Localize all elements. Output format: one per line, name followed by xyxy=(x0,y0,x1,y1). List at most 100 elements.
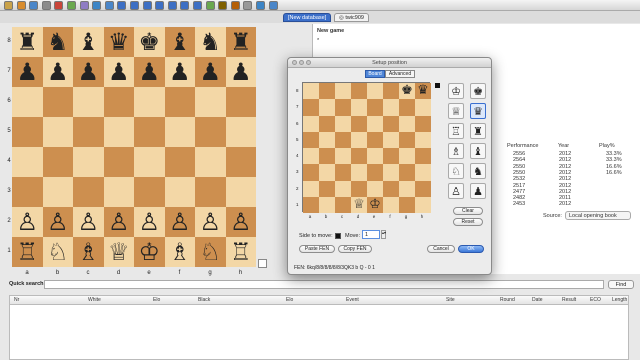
chess-piece[interactable]: ♛ xyxy=(108,27,130,57)
board-square[interactable] xyxy=(134,177,165,207)
chess-piece[interactable]: ♟ xyxy=(108,57,130,87)
board-square[interactable] xyxy=(225,87,256,117)
chess-piece[interactable]: ♙ xyxy=(230,207,252,237)
palette-piece[interactable]: ♗ xyxy=(448,143,464,159)
board-square[interactable] xyxy=(103,177,134,207)
board-square[interactable] xyxy=(195,147,226,177)
board-square[interactable]: ♗ xyxy=(73,237,104,267)
tab-advanced[interactable]: Advanced xyxy=(385,70,415,78)
paste-fen-button[interactable]: Paste FEN xyxy=(299,245,335,253)
list-column-header[interactable]: Black xyxy=(198,297,210,303)
setup-board-square[interactable] xyxy=(303,180,319,197)
board-square[interactable] xyxy=(103,117,134,147)
play-icon[interactable] xyxy=(142,1,152,10)
setup-board-square[interactable] xyxy=(415,99,431,116)
copy-fen-button[interactable]: Copy FEN xyxy=(338,245,372,253)
setup-chess-piece[interactable]: ♔ xyxy=(369,197,381,212)
board-square[interactable]: ♟ xyxy=(73,57,104,87)
clear-button[interactable]: Clear xyxy=(453,207,483,215)
chess-piece[interactable]: ♟ xyxy=(138,57,160,87)
setup-board-square[interactable] xyxy=(351,148,367,165)
board-square[interactable] xyxy=(195,177,226,207)
setup-board-square[interactable] xyxy=(399,148,415,165)
setup-board-square[interactable]: ♛ xyxy=(415,83,431,100)
setup-chess-piece[interactable]: ♕ xyxy=(353,197,365,212)
list-column-header[interactable]: Event xyxy=(346,297,359,303)
setup-chess-piece[interactable]: ♛ xyxy=(417,83,429,98)
board-square[interactable]: ♟ xyxy=(195,57,226,87)
setup-board-square[interactable] xyxy=(367,83,383,100)
chess-piece[interactable]: ♟ xyxy=(77,57,99,87)
setup-board-square[interactable] xyxy=(415,115,431,132)
tab-new-database[interactable]: [New database] xyxy=(283,13,332,22)
setup-board-square[interactable] xyxy=(415,196,431,213)
board-square[interactable] xyxy=(12,117,43,147)
chess-piece[interactable]: ♗ xyxy=(169,237,191,267)
setup-board-square[interactable] xyxy=(319,148,335,165)
board-square[interactable] xyxy=(73,87,104,117)
setup-board-square[interactable] xyxy=(399,99,415,116)
setup-board-square[interactable] xyxy=(383,131,399,148)
game-text[interactable]: * xyxy=(317,38,319,44)
chess-board[interactable]: ♜ ♞ ♝ ♛ ♚ ♝ ♞ ♜ ♟ ♟ ♟ ♟ ♟ ♟ ♟ ♟ ♙ ♙ ♙ ♙ ♙ ♙ ♙ ♙ ♖ ♘ ♗ ♕ ♔ ♗ ♘ ♖ xyxy=(12,27,256,267)
setup-board-square[interactable]: ♕ xyxy=(351,196,367,213)
list-column-header[interactable]: Result xyxy=(562,297,576,303)
chess-piece[interactable]: ♘ xyxy=(47,237,69,267)
print-icon[interactable] xyxy=(41,1,51,10)
board-square[interactable]: ♚ xyxy=(134,27,165,57)
list-column-header[interactable]: ECO xyxy=(590,297,601,303)
setup-board-square[interactable] xyxy=(351,131,367,148)
board-square[interactable]: ♙ xyxy=(103,207,134,237)
zoom-window-button[interactable] xyxy=(306,60,311,65)
setup-board-square[interactable] xyxy=(399,180,415,197)
setup-board-square[interactable] xyxy=(335,196,351,213)
setup-board-square[interactable] xyxy=(351,83,367,100)
game-list[interactable]: Nr White Elo Black Elo Event Site Round Date Resu… xyxy=(9,295,629,360)
source-select[interactable]: Local opening book xyxy=(565,211,631,220)
board-square[interactable]: ♙ xyxy=(73,207,104,237)
chess-piece[interactable]: ♟ xyxy=(199,57,221,87)
board-square[interactable]: ♟ xyxy=(42,57,73,87)
chess-piece[interactable]: ♚ xyxy=(138,27,160,57)
chess-piece[interactable]: ♟ xyxy=(47,57,69,87)
setup-board-square[interactable] xyxy=(303,115,319,132)
chess-piece[interactable]: ♙ xyxy=(138,207,160,237)
chess-piece[interactable]: ♙ xyxy=(77,207,99,237)
next-icon[interactable] xyxy=(180,1,190,10)
setup-board-square[interactable] xyxy=(399,164,415,181)
board-square[interactable]: ♙ xyxy=(42,207,73,237)
tab-twic909[interactable]: ◎ twic909 xyxy=(334,13,369,22)
forward-icon[interactable] xyxy=(155,1,165,10)
chess-piece[interactable]: ♜ xyxy=(230,27,252,57)
setup-board-square[interactable] xyxy=(335,115,351,132)
setup-board-square[interactable] xyxy=(383,115,399,132)
setup-board-square[interactable] xyxy=(399,115,415,132)
chess-piece[interactable]: ♝ xyxy=(77,27,99,57)
palette-piece[interactable]: ♘ xyxy=(448,163,464,179)
setup-board-square[interactable] xyxy=(367,131,383,148)
setup-board-square[interactable] xyxy=(351,164,367,181)
chess-piece[interactable]: ♔ xyxy=(138,237,160,267)
board-square[interactable]: ♔ xyxy=(134,237,165,267)
pin-icon[interactable] xyxy=(243,1,253,10)
find-button[interactable]: Find xyxy=(608,280,634,289)
board-square[interactable] xyxy=(195,87,226,117)
setup-board-square[interactable]: ♔ xyxy=(367,196,383,213)
board-square[interactable] xyxy=(134,87,165,117)
chess-piece[interactable]: ♝ xyxy=(169,27,191,57)
palette-piece[interactable]: ♝ xyxy=(470,143,486,159)
back-icon[interactable] xyxy=(130,1,139,10)
setup-board-square[interactable] xyxy=(319,131,335,148)
side-to-move-swatch[interactable] xyxy=(335,233,341,239)
board-square[interactable] xyxy=(134,147,165,177)
palette-piece[interactable]: ♟ xyxy=(470,183,486,199)
board-square[interactable] xyxy=(12,147,43,177)
palette-piece[interactable]: ♔ xyxy=(448,83,464,99)
setup-board-square[interactable] xyxy=(335,83,351,100)
setup-board-square[interactable] xyxy=(319,180,335,197)
board-square[interactable] xyxy=(103,147,134,177)
board-square[interactable] xyxy=(73,117,104,147)
board-square[interactable] xyxy=(42,177,73,207)
refresh-icon[interactable] xyxy=(104,1,114,10)
stats-header-year[interactable]: Year xyxy=(558,143,569,149)
